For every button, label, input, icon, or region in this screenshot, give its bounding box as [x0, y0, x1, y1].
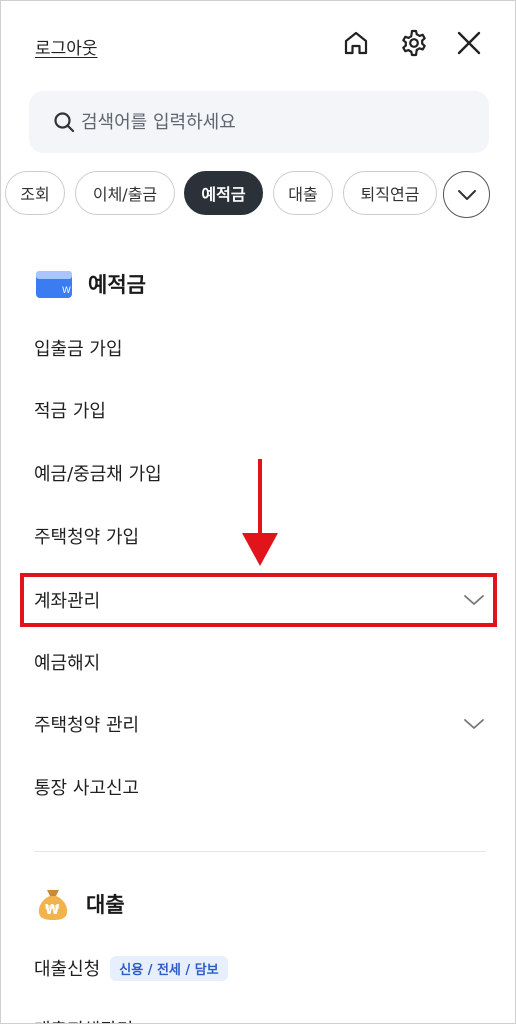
- menu-item-label: 적금 가입: [34, 401, 106, 422]
- loan-type-badge: 신용 / 전세 / 담보: [110, 955, 228, 981]
- tab-transfer[interactable]: 이체/출금: [75, 171, 175, 215]
- app-frame: 로그아웃 조회 이체/출금 예적금 대출: [0, 0, 516, 1024]
- menu-item-label: 예금/중금채 가입: [34, 464, 162, 485]
- menu-item-label: 통장 사고신고: [34, 778, 140, 799]
- section-loan-header: ₩ 대출: [36, 887, 125, 921]
- menu-item-demand-deposit[interactable]: 입출금 가입: [34, 328, 489, 368]
- svg-text:W: W: [62, 286, 71, 296]
- tab-loan[interactable]: 대출: [273, 171, 333, 215]
- tabs-expand-button[interactable]: [443, 171, 490, 218]
- menu-item-housing-management[interactable]: 주택청약 관리: [34, 704, 489, 744]
- highlight-box: [20, 573, 497, 627]
- section-loan-title: 대출: [86, 893, 125, 917]
- menu-item-label: 대출지해관리: [34, 1016, 133, 1023]
- menu-item-savings[interactable]: 적금 가입: [34, 390, 489, 430]
- menu-item-loan-apply[interactable]: 대출신청 신용 / 전세 / 담보: [34, 948, 489, 988]
- section-deposit-title: 예적금: [88, 273, 146, 297]
- top-bar: 로그아웃: [1, 1, 515, 85]
- menu-item-loan-management[interactable]: 대출지해관리: [34, 1009, 489, 1023]
- menu-item-deposit-termination[interactable]: 예금해지: [34, 642, 489, 682]
- gear-icon[interactable]: [398, 27, 430, 59]
- menu-item-passbook-report[interactable]: 통장 사고신고: [34, 767, 489, 807]
- menu-item-label: 주택청약 가입: [34, 527, 140, 548]
- menu-item-label: 입출금 가입: [34, 339, 123, 360]
- svg-text:₩: ₩: [45, 903, 60, 918]
- section-divider: [34, 851, 486, 852]
- category-tabs: 조회 이체/출금 예적금 대출 퇴직연금: [1, 171, 515, 217]
- home-icon[interactable]: [340, 27, 372, 59]
- search-bar[interactable]: [29, 91, 489, 153]
- logout-link[interactable]: 로그아웃: [35, 34, 98, 59]
- close-icon[interactable]: [453, 27, 485, 59]
- chevron-down-icon: [457, 189, 476, 200]
- menu-item-label: 주택청약 관리: [34, 715, 140, 736]
- search-input[interactable]: [81, 111, 461, 133]
- tab-pension[interactable]: 퇴직연금: [343, 171, 437, 215]
- money-bag-icon: ₩: [38, 890, 68, 920]
- menu-item-label: 대출신청: [34, 959, 101, 980]
- chevron-down-icon: [464, 719, 484, 729]
- arrow-down-icon: [242, 459, 278, 566]
- wallet-icon: W: [36, 271, 72, 298]
- menu-item-label: 예금해지: [34, 653, 101, 674]
- tab-inquiry[interactable]: 조회: [5, 171, 65, 215]
- search-icon: [54, 112, 75, 133]
- tab-deposit[interactable]: 예적금: [184, 171, 263, 215]
- section-deposit-header: W 예적금: [36, 269, 146, 299]
